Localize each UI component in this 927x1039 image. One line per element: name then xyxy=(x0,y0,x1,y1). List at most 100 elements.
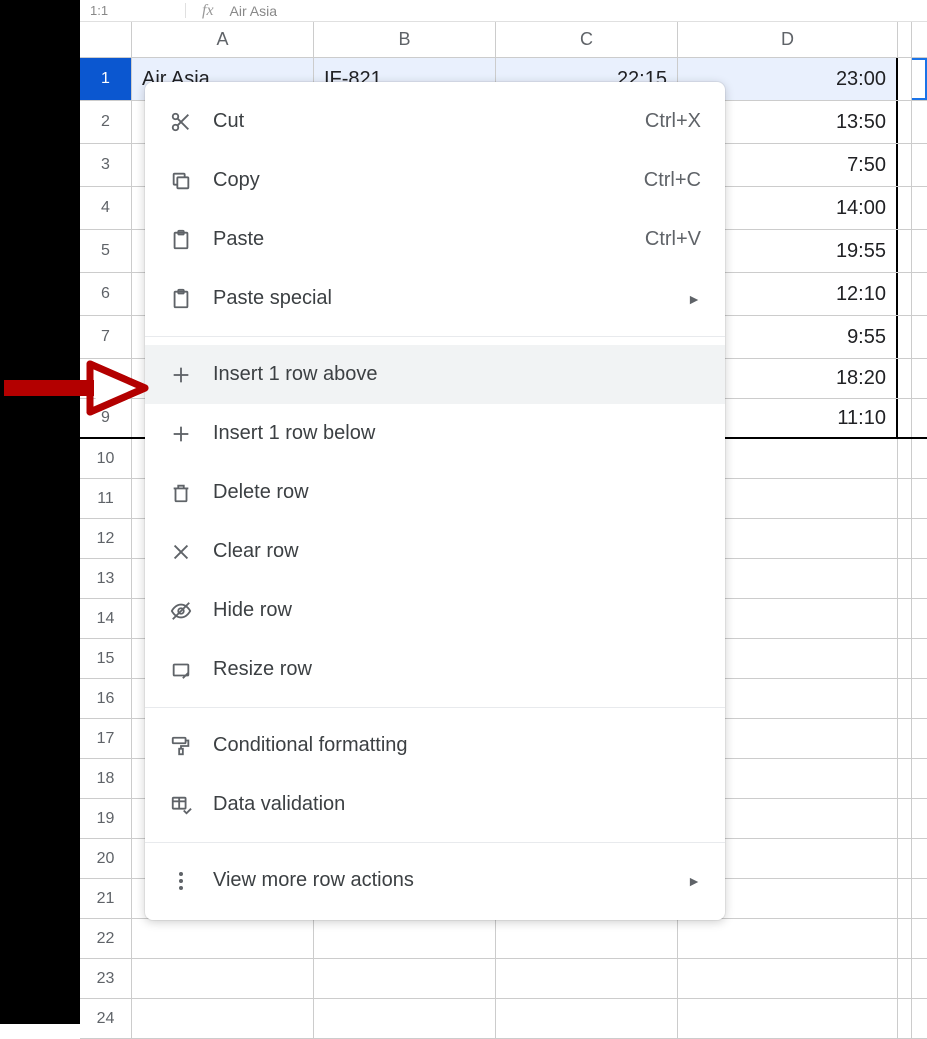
row-header-9[interactable]: 9 xyxy=(80,399,132,437)
menu-label: Data validation xyxy=(213,793,701,816)
cell-edge[interactable] xyxy=(898,144,912,186)
cell-edge[interactable] xyxy=(898,359,912,398)
cell-edge[interactable] xyxy=(898,439,912,478)
cell-edge[interactable] xyxy=(898,799,912,838)
plus-icon xyxy=(169,363,193,387)
row-header-22[interactable]: 22 xyxy=(80,919,132,958)
more-vertical-icon xyxy=(169,869,193,893)
cell-edge[interactable] xyxy=(898,879,912,918)
cell-edge[interactable] xyxy=(898,399,912,437)
cell[interactable] xyxy=(496,959,678,998)
cell-edge[interactable] xyxy=(898,999,912,1038)
cell[interactable] xyxy=(678,999,898,1038)
cell-edge[interactable] xyxy=(898,759,912,798)
cell[interactable] xyxy=(314,959,496,998)
left-black-margin xyxy=(0,0,80,1024)
menu-separator xyxy=(145,842,725,843)
menu-item-clear-row[interactable]: Clear row xyxy=(145,522,725,581)
table-row: 22 xyxy=(80,919,927,959)
row-header-24[interactable]: 24 xyxy=(80,999,132,1038)
row-header-19[interactable]: 19 xyxy=(80,799,132,838)
menu-item-insert-row-above[interactable]: Insert 1 row above xyxy=(145,345,725,404)
menu-item-cut[interactable]: Cut Ctrl+X xyxy=(145,92,725,151)
cell-edge[interactable] xyxy=(898,101,912,143)
menu-shortcut: Ctrl+C xyxy=(644,169,701,192)
cell[interactable] xyxy=(678,919,898,958)
menu-item-resize-row[interactable]: Resize row xyxy=(145,640,725,699)
cell-edge[interactable] xyxy=(898,479,912,518)
cell-edge[interactable] xyxy=(898,639,912,678)
cell-edge[interactable] xyxy=(898,559,912,598)
row-header-1[interactable]: 1 xyxy=(80,58,132,100)
cell-edge[interactable] xyxy=(898,919,912,958)
menu-label: Paste xyxy=(213,228,645,251)
cell-edge[interactable] xyxy=(898,519,912,558)
scissors-icon xyxy=(169,110,193,134)
clipboard-icon xyxy=(169,287,193,311)
row-header-23[interactable]: 23 xyxy=(80,959,132,998)
cell-edge[interactable] xyxy=(898,959,912,998)
menu-item-paste[interactable]: Paste Ctrl+V xyxy=(145,210,725,269)
cell[interactable] xyxy=(678,959,898,998)
menu-label: Conditional formatting xyxy=(213,734,701,757)
row-header-13[interactable]: 13 xyxy=(80,559,132,598)
cell-edge[interactable] xyxy=(898,599,912,638)
cell[interactable] xyxy=(496,999,678,1038)
row-header-7[interactable]: 7 xyxy=(80,316,132,358)
row-header-11[interactable]: 11 xyxy=(80,479,132,518)
cell-edge[interactable] xyxy=(898,230,912,272)
cell[interactable] xyxy=(496,919,678,958)
column-header-edge[interactable] xyxy=(898,22,912,57)
row-header-10[interactable]: 10 xyxy=(80,439,132,478)
menu-item-insert-row-below[interactable]: Insert 1 row below xyxy=(145,404,725,463)
menu-item-paste-special[interactable]: Paste special ► xyxy=(145,269,725,328)
menu-label: Paste special xyxy=(213,287,687,310)
cell[interactable] xyxy=(132,959,314,998)
cell-edge[interactable] xyxy=(898,187,912,229)
row-header-5[interactable]: 5 xyxy=(80,230,132,272)
row-header-21[interactable]: 21 xyxy=(80,879,132,918)
cell[interactable] xyxy=(314,919,496,958)
row-header-6[interactable]: 6 xyxy=(80,273,132,315)
copy-icon xyxy=(169,169,193,193)
menu-item-hide-row[interactable]: Hide row xyxy=(145,581,725,640)
table-row: 24 xyxy=(80,999,927,1039)
column-header-b[interactable]: B xyxy=(314,22,496,57)
cell[interactable] xyxy=(132,919,314,958)
cell-edge[interactable] xyxy=(898,839,912,878)
row-header-16[interactable]: 16 xyxy=(80,679,132,718)
row-header-18[interactable]: 18 xyxy=(80,759,132,798)
cell[interactable] xyxy=(132,999,314,1038)
paint-roller-icon xyxy=(169,734,193,758)
menu-item-data-validation[interactable]: Data validation xyxy=(145,775,725,834)
row-header-20[interactable]: 20 xyxy=(80,839,132,878)
menu-item-view-more-row-actions[interactable]: View more row actions ► xyxy=(145,851,725,910)
cell-reference[interactable]: 1:1 xyxy=(80,3,186,18)
cell-edge[interactable] xyxy=(898,273,912,315)
cell-edge[interactable] xyxy=(898,719,912,758)
menu-label: Copy xyxy=(213,169,644,192)
menu-shortcut: Ctrl+X xyxy=(645,110,701,133)
menu-item-conditional-formatting[interactable]: Conditional formatting xyxy=(145,716,725,775)
formula-value[interactable]: Air Asia xyxy=(230,3,277,19)
row-header-15[interactable]: 15 xyxy=(80,639,132,678)
cell-edge[interactable] xyxy=(898,58,912,100)
menu-item-copy[interactable]: Copy Ctrl+C xyxy=(145,151,725,210)
column-header-a[interactable]: A xyxy=(132,22,314,57)
trash-icon xyxy=(169,481,193,505)
menu-item-delete-row[interactable]: Delete row xyxy=(145,463,725,522)
row-header-3[interactable]: 3 xyxy=(80,144,132,186)
select-all-corner[interactable] xyxy=(80,22,132,57)
row-header-14[interactable]: 14 xyxy=(80,599,132,638)
row-header-8[interactable]: 8 xyxy=(80,359,132,398)
row-header-4[interactable]: 4 xyxy=(80,187,132,229)
cell-edge[interactable] xyxy=(898,316,912,358)
row-header-17[interactable]: 17 xyxy=(80,719,132,758)
column-header-c[interactable]: C xyxy=(496,22,678,57)
formula-bar: 1:1 fx Air Asia xyxy=(80,0,927,22)
row-header-12[interactable]: 12 xyxy=(80,519,132,558)
cell-edge[interactable] xyxy=(898,679,912,718)
row-header-2[interactable]: 2 xyxy=(80,101,132,143)
column-header-d[interactable]: D xyxy=(678,22,898,57)
cell[interactable] xyxy=(314,999,496,1038)
